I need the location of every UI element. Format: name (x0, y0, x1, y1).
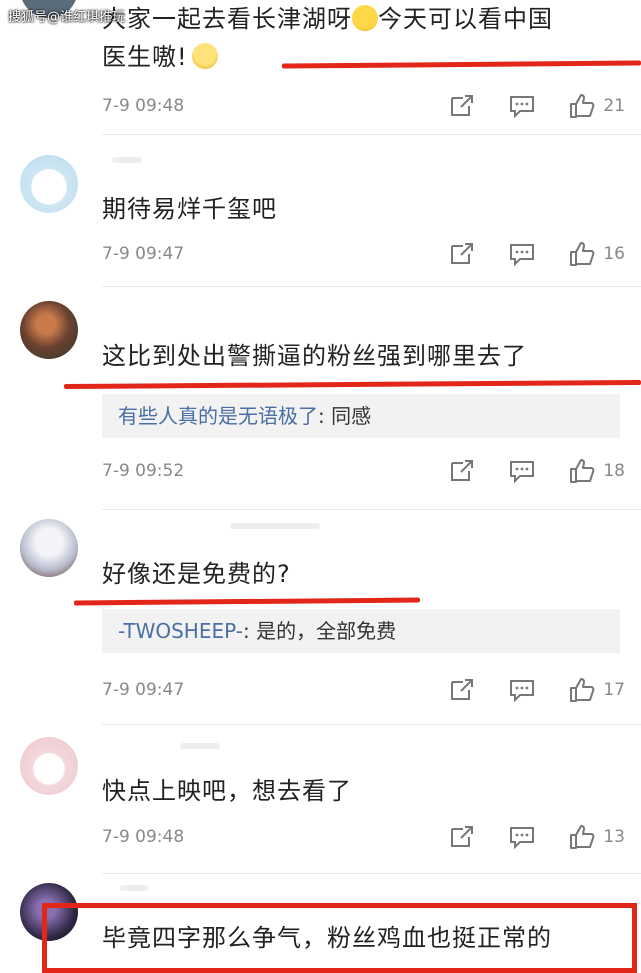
like-count: 13 (603, 827, 625, 847)
like-icon[interactable] (569, 241, 595, 267)
comment-time: 7-9 09:48 (102, 96, 185, 116)
reply-username[interactable]: 有些人真的是无语极了 (118, 404, 318, 428)
repost-icon[interactable] (449, 824, 475, 850)
comment-item: 快点上映吧，想去看了 7-9 09:48 13 (0, 725, 641, 875)
username-blurred (120, 885, 148, 891)
comment-actions: 16 (415, 239, 625, 269)
highlight-underline (73, 597, 421, 606)
comment-actions: 17 (415, 675, 625, 705)
like-icon[interactable] (569, 677, 595, 703)
comment-meta: 7-9 09:48 13 (102, 822, 625, 852)
reply-box[interactable]: 有些人真的是无语极了: 同感 (102, 394, 620, 438)
username-blurred (180, 743, 220, 749)
repost-icon[interactable] (449, 677, 475, 703)
avatar[interactable] (20, 737, 78, 795)
like-icon[interactable] (569, 824, 595, 850)
comment-item: 毕竟四字那么争气，粉丝鸡血也挺正常的 (0, 875, 641, 973)
comment-meta: 7-9 09:52 18 (102, 456, 625, 486)
reply-box[interactable]: -TWOSHEEP-: 是的，全部免费 (102, 609, 620, 653)
comment-text: 这比到处出警撕逼的粉丝强到哪里去了 (102, 342, 527, 370)
highlight-underline (63, 379, 641, 390)
comment-meta: 7-9 09:48 21 (102, 91, 625, 121)
like-button[interactable]: 13 (569, 822, 625, 852)
comment-text: 快点上映吧，想去看了 (102, 777, 352, 805)
comment-text: 毕竟四字那么争气，粉丝鸡血也挺正常的 (102, 924, 552, 952)
laughing-emoji-icon (352, 5, 378, 31)
repost-icon[interactable] (449, 241, 475, 267)
scared-emoji-icon (191, 43, 218, 69)
like-count: 18 (603, 461, 625, 481)
reply-text: : 同感 (318, 404, 372, 428)
like-count: 21 (603, 96, 625, 116)
reply-username[interactable]: -TWOSHEEP- (118, 619, 243, 643)
comment-actions: 21 (415, 91, 625, 121)
repost-icon[interactable] (449, 458, 475, 484)
comment-time: 7-9 09:52 (102, 461, 185, 481)
comment-text-part: 今天可以看中国 (378, 5, 553, 33)
like-icon[interactable] (569, 93, 595, 119)
comment-item: 这比到处出警撕逼的粉丝强到哪里去了 有些人真的是无语极了: 同感 7-9 09:… (0, 287, 641, 511)
like-icon[interactable] (569, 458, 595, 484)
like-button[interactable]: 18 (569, 456, 625, 486)
comment-text: 期待易烊千玺吧 (102, 195, 277, 223)
comment-item: 好像还是免费的? -TWOSHEEP-: 是的，全部免费 7-9 09:47 1… (0, 511, 641, 725)
like-button[interactable]: 21 (569, 91, 625, 121)
comment-icon[interactable] (509, 241, 535, 267)
like-button[interactable]: 17 (569, 675, 625, 705)
comment-text-part: 医生嗷! (102, 43, 188, 71)
reply-text: : 是的，全部免费 (242, 619, 397, 643)
comment-text-part: 大家一起去看长津湖呀 (102, 5, 352, 33)
comment-meta: 7-9 09:47 17 (102, 675, 625, 705)
comment-icon[interactable] (509, 93, 535, 119)
avatar[interactable] (20, 519, 78, 577)
comment-icon[interactable] (509, 677, 535, 703)
comment-actions: 18 (415, 456, 625, 486)
like-button[interactable]: 16 (569, 239, 625, 269)
avatar[interactable] (20, 155, 78, 213)
comment-time: 7-9 09:47 (102, 244, 185, 264)
divider (102, 509, 641, 510)
comment-text: 好像还是免费的? (102, 560, 291, 588)
comment-time: 7-9 09:48 (102, 827, 185, 847)
divider (102, 873, 641, 874)
comment-item: 期待易烊千玺吧 7-9 09:47 16 (0, 135, 641, 287)
username-blurred (230, 523, 320, 529)
watermark: 搜狐号@谁红琪推玩 (8, 10, 126, 25)
repost-icon[interactable] (449, 93, 475, 119)
comment-icon[interactable] (509, 458, 535, 484)
avatar[interactable] (20, 301, 78, 359)
username-blurred (112, 157, 142, 163)
comment-time: 7-9 09:47 (102, 680, 185, 700)
like-count: 16 (603, 244, 625, 264)
comment-meta: 7-9 09:47 16 (102, 239, 625, 269)
like-count: 17 (603, 680, 625, 700)
comment-actions: 13 (415, 822, 625, 852)
comment-icon[interactable] (509, 824, 535, 850)
